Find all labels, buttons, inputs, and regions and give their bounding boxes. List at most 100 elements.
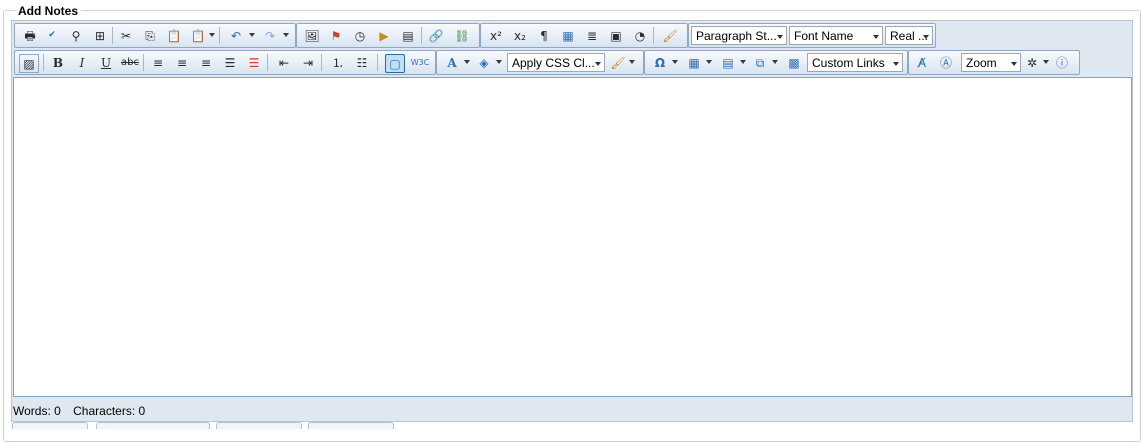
toolbar-group-insert: 🖼 ⚑ ◷ ▶ ▤ 🔗 ⛓: [296, 23, 480, 48]
chevron-down-icon[interactable]: [629, 60, 635, 64]
separator: [377, 54, 378, 71]
remove-link-icon[interactable]: ⛓: [453, 27, 471, 44]
toolbar-group-fonts: Paragraph St... Font Name Real ...: [688, 23, 936, 48]
find-icon[interactable]: ⚲: [67, 27, 85, 44]
undo-icon[interactable]: ↶: [227, 27, 245, 44]
separator: [267, 54, 268, 71]
chevron-down-icon[interactable]: [249, 33, 255, 37]
insert-date-icon[interactable]: ▣: [607, 27, 625, 44]
align-right-icon[interactable]: ≡: [197, 54, 215, 71]
spellcheck-icon[interactable]: ✔: [43, 27, 61, 44]
separator: [112, 27, 113, 44]
insert-form-element-icon[interactable]: ▤: [719, 54, 737, 71]
font-name-select[interactable]: Font Name: [789, 26, 883, 45]
insert-paragraph-icon[interactable]: ▦: [559, 27, 577, 44]
insert-table-icon[interactable]: ▦: [685, 54, 703, 71]
outdent-icon[interactable]: ⇤: [275, 54, 293, 71]
format-painter-icon[interactable]: 🖌: [609, 54, 627, 71]
superscript-icon[interactable]: x²: [487, 27, 505, 44]
separator: [219, 27, 220, 44]
toolbar-group-format: x² x₂ ¶ ▦ ≣ ▣ ◔ 🖌: [480, 23, 688, 48]
strikethrough-icon[interactable]: abc: [121, 54, 139, 71]
tab-html[interactable]: [96, 422, 210, 429]
align-center-icon[interactable]: ≡: [173, 54, 191, 71]
special-characters-icon[interactable]: Ω: [651, 54, 669, 71]
css-class-value: Apply CSS Cl...: [512, 56, 595, 70]
print-icon[interactable]: 🖶: [21, 27, 39, 44]
css-class-select[interactable]: Apply CSS Cl...: [507, 53, 605, 72]
chevron-down-icon[interactable]: [772, 60, 778, 64]
toolbar-group-special: Ω ▦ ▤ ⧉ ▩ Custom Links: [644, 50, 908, 75]
justify-none-icon[interactable]: ☰: [245, 54, 263, 71]
background-color-icon[interactable]: ◈: [475, 54, 493, 71]
toolbar-group-text: ▨ B I U abc ≡ ≡ ≡ ☰ ☰ ⇤ ⇥ ⒈ ☷ ▢ W3C: [14, 50, 436, 75]
tab-other[interactable]: [308, 422, 394, 429]
bold-icon[interactable]: B: [49, 54, 67, 71]
insert-flash-icon[interactable]: ⚑: [327, 27, 345, 44]
insert-snippet-icon[interactable]: ⧉: [751, 54, 769, 71]
paste-icon[interactable]: 📋: [165, 27, 183, 44]
chevron-down-icon[interactable]: [706, 60, 712, 64]
paste-special-icon[interactable]: 📋: [189, 27, 207, 44]
insert-link-icon[interactable]: 🔗: [427, 27, 445, 44]
redo-icon[interactable]: ↷: [261, 27, 279, 44]
insert-media-icon[interactable]: ◷: [351, 27, 369, 44]
subscript-icon[interactable]: x₂: [511, 27, 529, 44]
numbered-list-icon[interactable]: ⒈: [329, 54, 347, 71]
convert-case-icon[interactable]: Ⓐ: [937, 54, 955, 71]
indent-icon[interactable]: ⇥: [299, 54, 317, 71]
zoom-value: Zoom: [966, 56, 997, 70]
chevron-down-icon[interactable]: [672, 60, 678, 64]
italic-icon[interactable]: I: [73, 54, 91, 71]
chevron-down-icon: [923, 35, 929, 39]
help-icon[interactable]: ⓘ: [1053, 54, 1071, 71]
bottom-mode-tabs: [0, 420, 1142, 429]
xhtml-validator-icon[interactable]: W3C: [411, 54, 430, 71]
align-left-icon[interactable]: ≡: [149, 54, 167, 71]
paragraph-mark-icon[interactable]: ¶: [535, 27, 553, 44]
horizontal-rule-icon[interactable]: ≣: [583, 27, 601, 44]
zoom-select[interactable]: Zoom: [961, 53, 1021, 72]
custom-links-select[interactable]: Custom Links: [807, 53, 903, 72]
format-stripper-text-icon[interactable]: A̸: [913, 54, 931, 71]
insert-image-icon[interactable]: 🖼: [303, 27, 321, 44]
insert-time-icon[interactable]: ◔: [631, 27, 649, 44]
insert-video-icon[interactable]: ▶: [375, 27, 393, 44]
justify-icon[interactable]: ☰: [221, 54, 239, 71]
select-all-icon[interactable]: ⊞: [91, 27, 109, 44]
chevron-down-icon[interactable]: [496, 60, 502, 64]
chevron-down-icon[interactable]: [1043, 60, 1049, 64]
chevron-down-icon[interactable]: [464, 60, 470, 64]
chevron-down-icon: [777, 35, 783, 39]
custom-links-value: Custom Links: [812, 56, 885, 70]
chevron-down-icon[interactable]: [740, 60, 746, 64]
font-color-icon[interactable]: A: [443, 54, 461, 71]
paragraph-style-select[interactable]: Paragraph St...: [691, 26, 787, 45]
separator: [43, 54, 44, 71]
copy-icon[interactable]: ⎘: [141, 27, 159, 44]
chevron-down-icon: [595, 62, 601, 66]
bulleted-list-icon[interactable]: ☷: [353, 54, 371, 71]
insert-document-icon[interactable]: ▤: [399, 27, 417, 44]
tab-design[interactable]: [12, 422, 88, 429]
chevron-down-icon: [1011, 62, 1017, 66]
font-name-value: Font Name: [794, 29, 854, 43]
editor-content-area[interactable]: [13, 77, 1132, 397]
chevron-down-icon[interactable]: [209, 33, 215, 37]
chevron-down-icon[interactable]: [283, 33, 289, 37]
toolbar-group-color: A ◈ Apply CSS Cl... 🖌: [436, 50, 644, 75]
underline-icon[interactable]: U: [97, 54, 115, 71]
toggle-borders-icon[interactable]: ▢: [385, 54, 405, 73]
insert-image-icon[interactable]: ▨: [19, 54, 39, 73]
tab-preview[interactable]: [216, 422, 302, 429]
panel-title: Add Notes: [15, 4, 81, 18]
image-map-icon[interactable]: ▩: [785, 54, 803, 71]
cut-icon[interactable]: ✂: [117, 27, 135, 44]
modules-icon[interactable]: ✲: [1023, 54, 1041, 71]
word-count: Words: 0: [13, 404, 61, 418]
format-stripper-icon[interactable]: 🖌: [661, 27, 679, 44]
font-size-select[interactable]: Real ...: [885, 26, 933, 45]
separator: [321, 54, 322, 71]
chevron-down-icon: [873, 35, 879, 39]
paragraph-style-value: Paragraph St...: [696, 29, 777, 43]
